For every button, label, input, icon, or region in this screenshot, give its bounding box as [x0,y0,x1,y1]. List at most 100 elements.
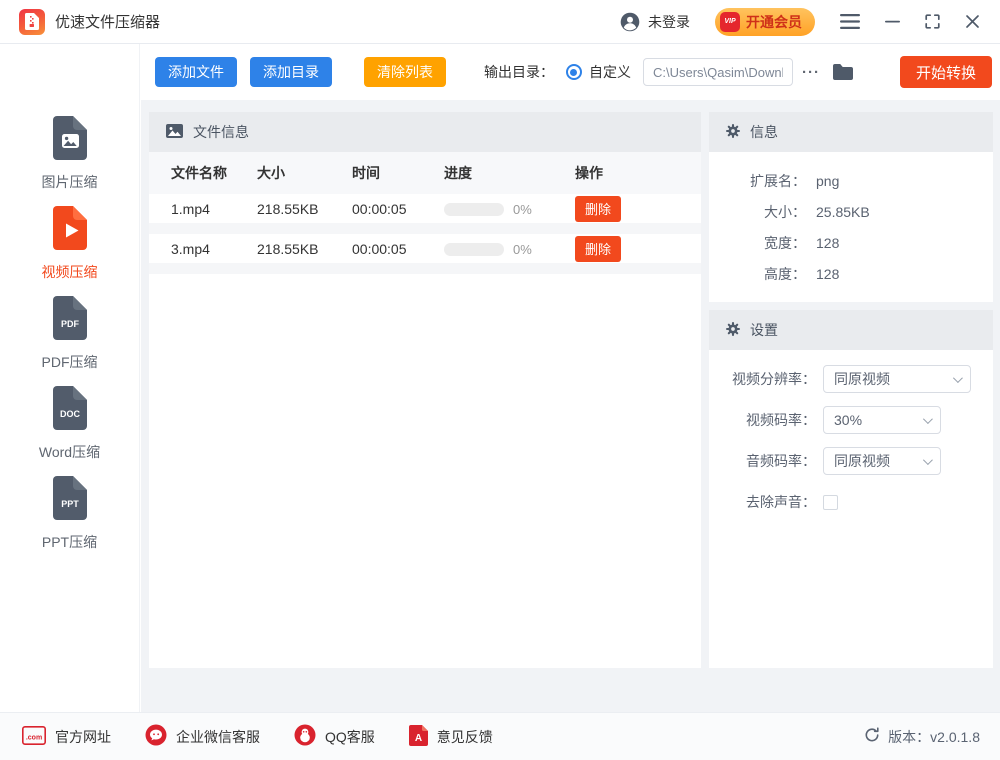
progress-bar [444,243,504,256]
footer-link-label: 企业微信客服 [176,727,260,747]
qq-icon [294,724,316,749]
menu-icon[interactable] [840,14,860,29]
field-value: 128 [816,233,839,253]
footer-link-label: QQ客服 [325,727,375,747]
user-avatar-icon [620,12,640,32]
mute-checkbox[interactable] [823,495,838,510]
setting-mute: 去除声音： [709,487,993,517]
setting-label: 去除声音： [709,492,816,512]
svg-text:A: A [415,733,422,744]
toolbar: 添加文件 添加目录 清除列表 输出目录： 自定义 ··· 开始转换 [141,44,1000,100]
svg-text:PPT: PPT [61,499,79,509]
info-field: 扩展名：png [709,171,993,191]
table-row: 3.mp4 218.55KB 00:00:05 0% 删除 [149,234,701,274]
add-file-button[interactable]: 添加文件 [155,57,237,87]
refresh-icon[interactable] [864,727,880,746]
feedback-icon: A [409,725,428,749]
info-body: 扩展名：png 大小： 25.85KB 宽度： 128 高度：128 [709,152,993,284]
file-info-header: 文件信息 [149,112,701,152]
field-label: 扩展名： [709,171,806,191]
sidebar-item-label: 图片压缩 [42,172,98,192]
add-directory-button[interactable]: 添加目录 [250,57,332,87]
output-directory-label: 输出目录： [484,62,554,82]
sidebar-item-label: PDF压缩 [42,352,98,372]
info-header: 信息 [709,112,993,152]
wechat-service-link[interactable]: 企业微信客服 [145,724,260,749]
field-label: 宽度： [709,233,806,253]
right-column: 信息 扩展名：png 大小： 25.85KB 宽度： 128 高度：128 设置 视… [709,112,993,668]
info-title: 信息 [750,122,778,142]
browse-more-button[interactable]: ··· [802,64,820,81]
version-info: 版本：v2.0.1.8 [864,727,980,747]
chevron-down-icon [953,373,963,383]
col-progress: 进度 [444,163,575,183]
file-time: 00:00:05 [352,241,444,257]
wechat-icon [145,724,167,749]
sidebar-item-label: PPT压缩 [42,532,97,552]
video-bitrate-select[interactable]: 30% [823,406,941,434]
setting-label: 视频分辨率： [709,369,816,389]
select-value: 同原视频 [834,451,890,471]
sidebar-item-video-compress[interactable]: 视频压缩 [0,206,139,282]
sidebar-item-word-compress[interactable]: DOC Word压缩 [0,386,139,462]
setting-resolution: 视频分辨率： 同原视频 [709,364,993,394]
chevron-down-icon [923,455,933,465]
settings-panel: 设置 视频分辨率： 同原视频 视频码率： 30% 音频码率： 同原视频 去除声音… [709,310,993,668]
svg-text:.com: .com [26,734,42,741]
progress-percent: 0% [513,242,532,257]
close-icon[interactable] [965,14,980,29]
sidebar-item-label: Word压缩 [39,442,100,462]
login-status[interactable]: 未登录 [620,12,690,32]
pdf-file-icon: PDF [51,296,89,345]
minimize-icon[interactable] [885,14,900,29]
feedback-link[interactable]: A 意见反馈 [409,725,493,749]
col-time: 时间 [352,163,444,183]
file-size: 218.55KB [257,241,352,257]
clear-list-button[interactable]: 清除列表 [364,57,446,87]
delete-button[interactable]: 删除 [575,236,621,262]
titlebar: 优速文件压缩器 未登录 VIP 开通会员 [0,0,1000,44]
info-field: 高度：128 [709,264,993,284]
file-progress: 0% [444,201,575,217]
maximize-icon[interactable] [925,14,940,29]
gear-icon [726,124,740,141]
start-convert-button[interactable]: 开始转换 [900,56,992,88]
field-value: 25.85KB [816,202,870,222]
setting-label: 音频码率： [709,451,816,471]
settings-title: 设置 [750,320,778,340]
resolution-select[interactable]: 同原视频 [823,365,971,393]
settings-body: 视频分辨率： 同原视频 视频码率： 30% 音频码率： 同原视频 去除声音： [709,350,993,517]
login-label: 未登录 [648,12,690,32]
vip-icon: VIP [720,12,740,32]
qq-service-link[interactable]: QQ客服 [294,724,375,749]
file-info-panel: 文件信息 文件名称 大小 时间 进度 操作 1.mp4 218.55KB 00:… [149,112,701,668]
progress-percent: 0% [513,202,532,217]
official-website-link[interactable]: .com 官方网址 [22,726,111,748]
settings-header: 设置 [709,310,993,350]
field-label: 高度： [709,264,806,284]
sidebar-item-pdf-compress[interactable]: PDF PDF压缩 [0,296,139,372]
select-value: 同原视频 [834,369,890,389]
sidebar-item-ppt-compress[interactable]: PPT PPT压缩 [0,476,139,552]
folder-icon[interactable] [832,63,854,81]
setting-video-bitrate: 视频码率： 30% [709,405,993,435]
svg-text:PDF: PDF [61,319,80,329]
open-vip-button[interactable]: VIP 开通会员 [715,8,815,36]
info-field: 宽度： 128 [709,233,993,253]
col-filename: 文件名称 [149,163,257,183]
sidebar-item-image-compress[interactable]: 图片压缩 [0,116,139,192]
sidebar: 图片压缩 视频压缩 PDF PDF压缩 DOC Word压缩 PPT PPT压缩 [0,44,140,712]
table-row: 1.mp4 218.55KB 00:00:05 0% 删除 [149,194,701,234]
file-info-icon [166,124,183,141]
file-action: 删除 [575,236,701,262]
doc-file-icon: DOC [51,386,89,435]
output-path-input[interactable] [643,58,793,86]
audio-bitrate-select[interactable]: 同原视频 [823,447,941,475]
field-label: 大小： [709,202,806,222]
gear-icon [726,322,740,339]
website-icon: .com [22,726,46,748]
sidebar-item-label: 视频压缩 [42,262,98,282]
custom-radio[interactable] [566,64,582,80]
delete-button[interactable]: 删除 [575,196,621,222]
vip-label: 开通会员 [746,12,802,32]
